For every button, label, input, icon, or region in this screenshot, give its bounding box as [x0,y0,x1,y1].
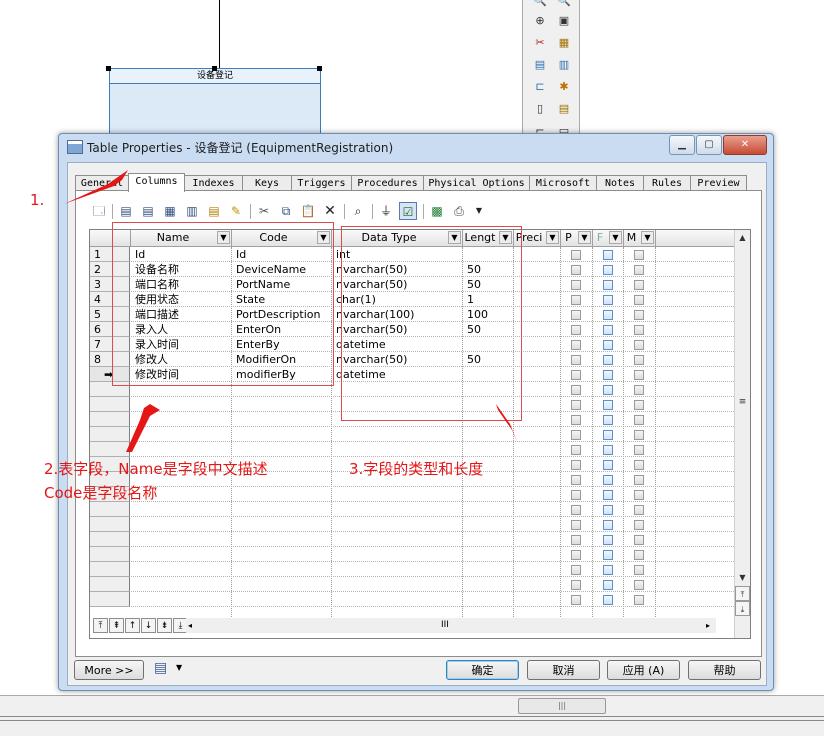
annotation-arrows [64,170,518,452]
annotation-3: 3.字段的类型和长度 [349,460,484,478]
annotation-2-line2: Code是字段名称 [44,484,158,502]
annotation-1: 1. [30,191,45,209]
annotation-arrow-2 [126,404,160,452]
annotation-arrow-1 [64,170,128,204]
annotation-arrow-3 [496,404,518,444]
annotation-2-line1: 2.表字段，Name是字段中文描述 [44,460,268,478]
tab-columns[interactable]: Columns [128,173,185,192]
